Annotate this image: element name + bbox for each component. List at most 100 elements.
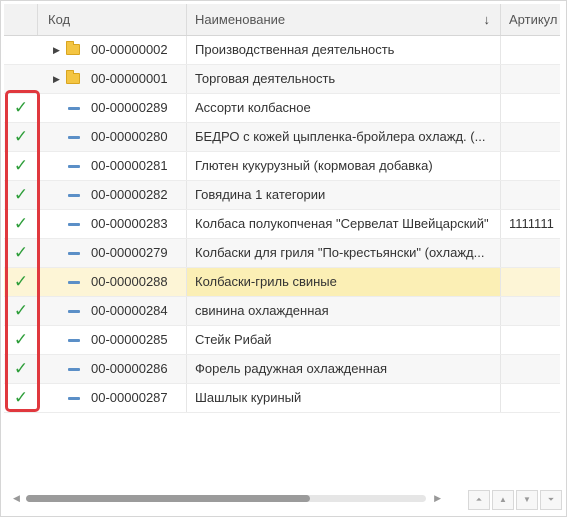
header-code[interactable]: Код (38, 4, 187, 35)
check-icon[interactable]: ✓ (4, 326, 38, 354)
check-icon[interactable]: ✓ (4, 123, 38, 151)
name-cell[interactable]: Производственная деятельность (187, 36, 501, 64)
name-cell[interactable]: Глютен кукурузный (кормовая добавка) (187, 152, 501, 180)
item-icon (68, 252, 80, 255)
item-icon (68, 223, 80, 226)
go-up-icon: ▲ (499, 495, 507, 504)
list-form: Код Наименование ↓ Артикул ▶ 00-00000002 П… (0, 0, 567, 517)
code-text: 00-00000280 (91, 129, 168, 144)
check-icon[interactable]: ✓ (4, 384, 38, 412)
expand-arrow-icon[interactable]: ▶ (53, 36, 60, 64)
check-icon[interactable]: ✓ (4, 181, 38, 209)
header-article[interactable]: Артикул (501, 4, 560, 35)
table-row[interactable]: ✓ 00-00000279 Колбаски для гриля "По-крест… (4, 239, 560, 268)
item-icon (68, 194, 80, 197)
code-text: 00-00000288 (91, 274, 168, 289)
expand-arrow-icon[interactable]: ▶ (53, 65, 60, 93)
folder-icon (66, 70, 80, 84)
check-icon[interactable]: ✓ (4, 355, 38, 383)
scrollbar-thumb[interactable] (26, 495, 310, 502)
table-row[interactable]: ✓ 00-00000280 БЕДРО с кожей цыпленка-бройл… (4, 123, 560, 152)
header-name[interactable]: Наименование ↓ (187, 4, 501, 35)
code-cell[interactable]: 00-00000287 (38, 384, 187, 412)
name-cell[interactable]: Колбаски для гриля "По-крестьянски" (охл… (187, 239, 501, 267)
name-cell[interactable]: Колбаски-гриль свиные (187, 268, 501, 296)
table-row[interactable]: ✓ 00-00000281 Глютен кукурузный (кормовая … (4, 152, 560, 181)
item-icon (68, 397, 80, 400)
header-name-label: Наименование (195, 12, 286, 27)
name-cell[interactable]: Ассорти колбасное (187, 94, 501, 122)
go-down-button[interactable]: ▼ (516, 490, 538, 510)
name-cell[interactable]: Колбаса полукопченая "Сервелат Швейцарск… (187, 210, 501, 238)
item-icon (68, 107, 80, 110)
go-first-button[interactable]: ⏶ (468, 490, 490, 510)
check-icon[interactable]: ✓ (4, 297, 38, 325)
check-icon[interactable]: ✓ (4, 239, 38, 267)
go-last-button[interactable]: ⏷ (540, 490, 562, 510)
code-cell[interactable]: 00-00000282 (38, 181, 187, 209)
article-cell[interactable] (501, 94, 560, 122)
article-cell[interactable] (501, 239, 560, 267)
article-cell[interactable] (501, 326, 560, 354)
code-text: 00-00000002 (91, 42, 168, 57)
article-cell[interactable] (501, 181, 560, 209)
table-row[interactable]: ✓ 00-00000283 Колбаса полукопченая "Сервел… (4, 210, 560, 239)
scroll-right-icon[interactable]: ▶ (434, 492, 441, 504)
header-check-column[interactable] (4, 4, 38, 35)
header-article-label: Артикул (509, 12, 558, 27)
table-row[interactable]: ✓ 00-00000288 Колбаски-гриль свиные (4, 268, 560, 297)
name-cell[interactable]: Форель радужная охлажденная (187, 355, 501, 383)
article-cell[interactable] (501, 123, 560, 151)
check-cell[interactable] (4, 36, 38, 64)
folder-icon (66, 41, 80, 55)
scroll-left-icon[interactable]: ◀ (13, 492, 20, 504)
scrollbar-track[interactable] (26, 495, 426, 502)
table-row[interactable]: ✓ 00-00000289 Ассорти колбасное (4, 94, 560, 123)
name-cell[interactable]: Говядина 1 категории (187, 181, 501, 209)
folder-row[interactable]: ▶ 00-00000001 Торговая деятельность (4, 65, 560, 94)
article-cell[interactable] (501, 65, 560, 93)
item-icon (68, 136, 80, 139)
sort-down-icon: ↓ (483, 12, 491, 27)
table-row[interactable]: ✓ 00-00000284 свинина охлажденная (4, 297, 560, 326)
article-cell[interactable] (501, 355, 560, 383)
table-row[interactable]: ✓ 00-00000287 Шашлык куриный (4, 384, 560, 413)
article-cell[interactable] (501, 297, 560, 325)
code-cell[interactable]: 00-00000286 (38, 355, 187, 383)
name-cell[interactable]: БЕДРО с кожей цыпленка-бройлера охлажд. … (187, 123, 501, 151)
article-cell[interactable] (501, 384, 560, 412)
horizontal-scrollbar[interactable]: ◀ ▶ (13, 492, 441, 504)
name-cell[interactable]: Шашлык куриный (187, 384, 501, 412)
table-header: Код Наименование ↓ Артикул (4, 4, 560, 36)
check-icon[interactable]: ✓ (4, 210, 38, 238)
item-icon (68, 310, 80, 313)
code-cell[interactable]: 00-00000284 (38, 297, 187, 325)
code-cell[interactable]: 00-00000288 (38, 268, 187, 296)
code-cell[interactable]: 00-00000280 (38, 123, 187, 151)
article-cell[interactable] (501, 36, 560, 64)
table-row[interactable]: ✓ 00-00000286 Форель радужная охлажденная (4, 355, 560, 384)
name-cell[interactable]: Торговая деятельность (187, 65, 501, 93)
folder-row[interactable]: ▶ 00-00000002 Производственная деятельност… (4, 36, 560, 65)
table-row[interactable]: ✓ 00-00000285 Стейк Рибай (4, 326, 560, 355)
code-cell[interactable]: ▶ 00-00000002 (38, 36, 187, 64)
code-cell[interactable]: 00-00000289 (38, 94, 187, 122)
article-cell[interactable] (501, 268, 560, 296)
check-icon[interactable]: ✓ (4, 152, 38, 180)
article-cell[interactable] (501, 152, 560, 180)
code-cell[interactable]: 00-00000279 (38, 239, 187, 267)
code-cell[interactable]: ▶ 00-00000001 (38, 65, 187, 93)
check-cell[interactable] (4, 65, 38, 93)
name-cell[interactable]: свинина охлажденная (187, 297, 501, 325)
code-cell[interactable]: 00-00000283 (38, 210, 187, 238)
name-cell[interactable]: Стейк Рибай (187, 326, 501, 354)
code-cell[interactable]: 00-00000285 (38, 326, 187, 354)
table-row[interactable]: ✓ 00-00000282 Говядина 1 категории (4, 181, 560, 210)
check-icon[interactable]: ✓ (4, 268, 38, 296)
code-text: 00-00000282 (91, 187, 168, 202)
article-cell[interactable]: 1111111 (501, 210, 560, 238)
go-up-button[interactable]: ▲ (492, 490, 514, 510)
code-cell[interactable]: 00-00000281 (38, 152, 187, 180)
go-down-icon: ▼ (523, 495, 531, 504)
check-icon[interactable]: ✓ (4, 94, 38, 122)
